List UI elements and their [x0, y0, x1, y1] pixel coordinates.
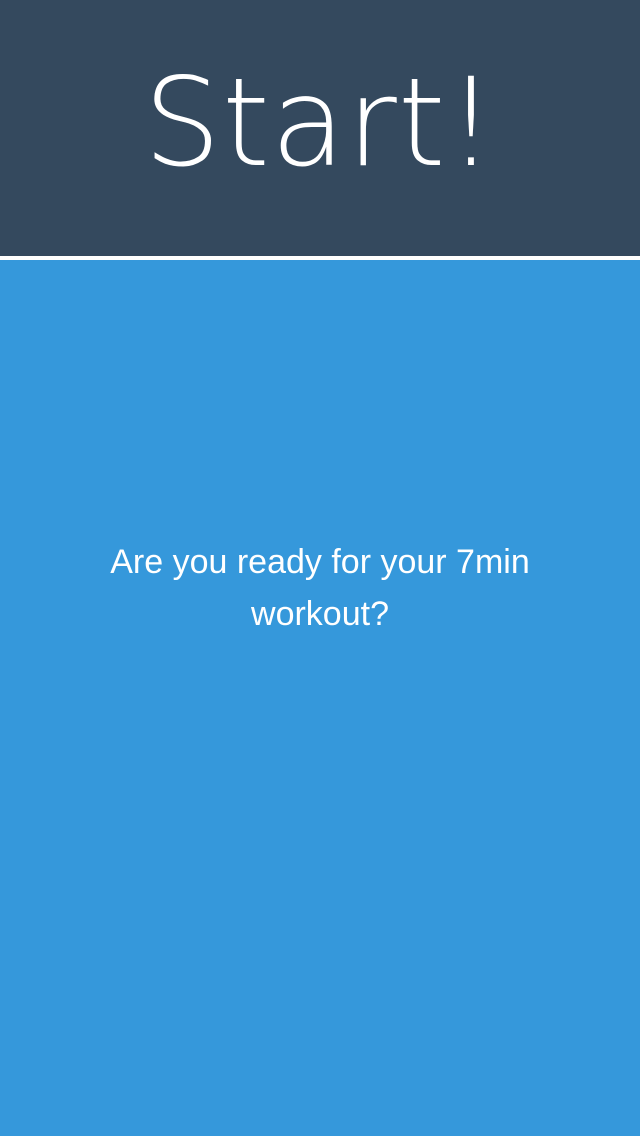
- start-header[interactable]: Start!: [0, 0, 640, 256]
- main-panel: Are you ready for your 7min workout?: [0, 260, 640, 1136]
- app-screen: Start! Are you ready for your 7min worko…: [0, 0, 640, 1136]
- start-button[interactable]: Start!: [144, 62, 497, 184]
- ready-prompt: Are you ready for your 7min workout?: [110, 543, 530, 633]
